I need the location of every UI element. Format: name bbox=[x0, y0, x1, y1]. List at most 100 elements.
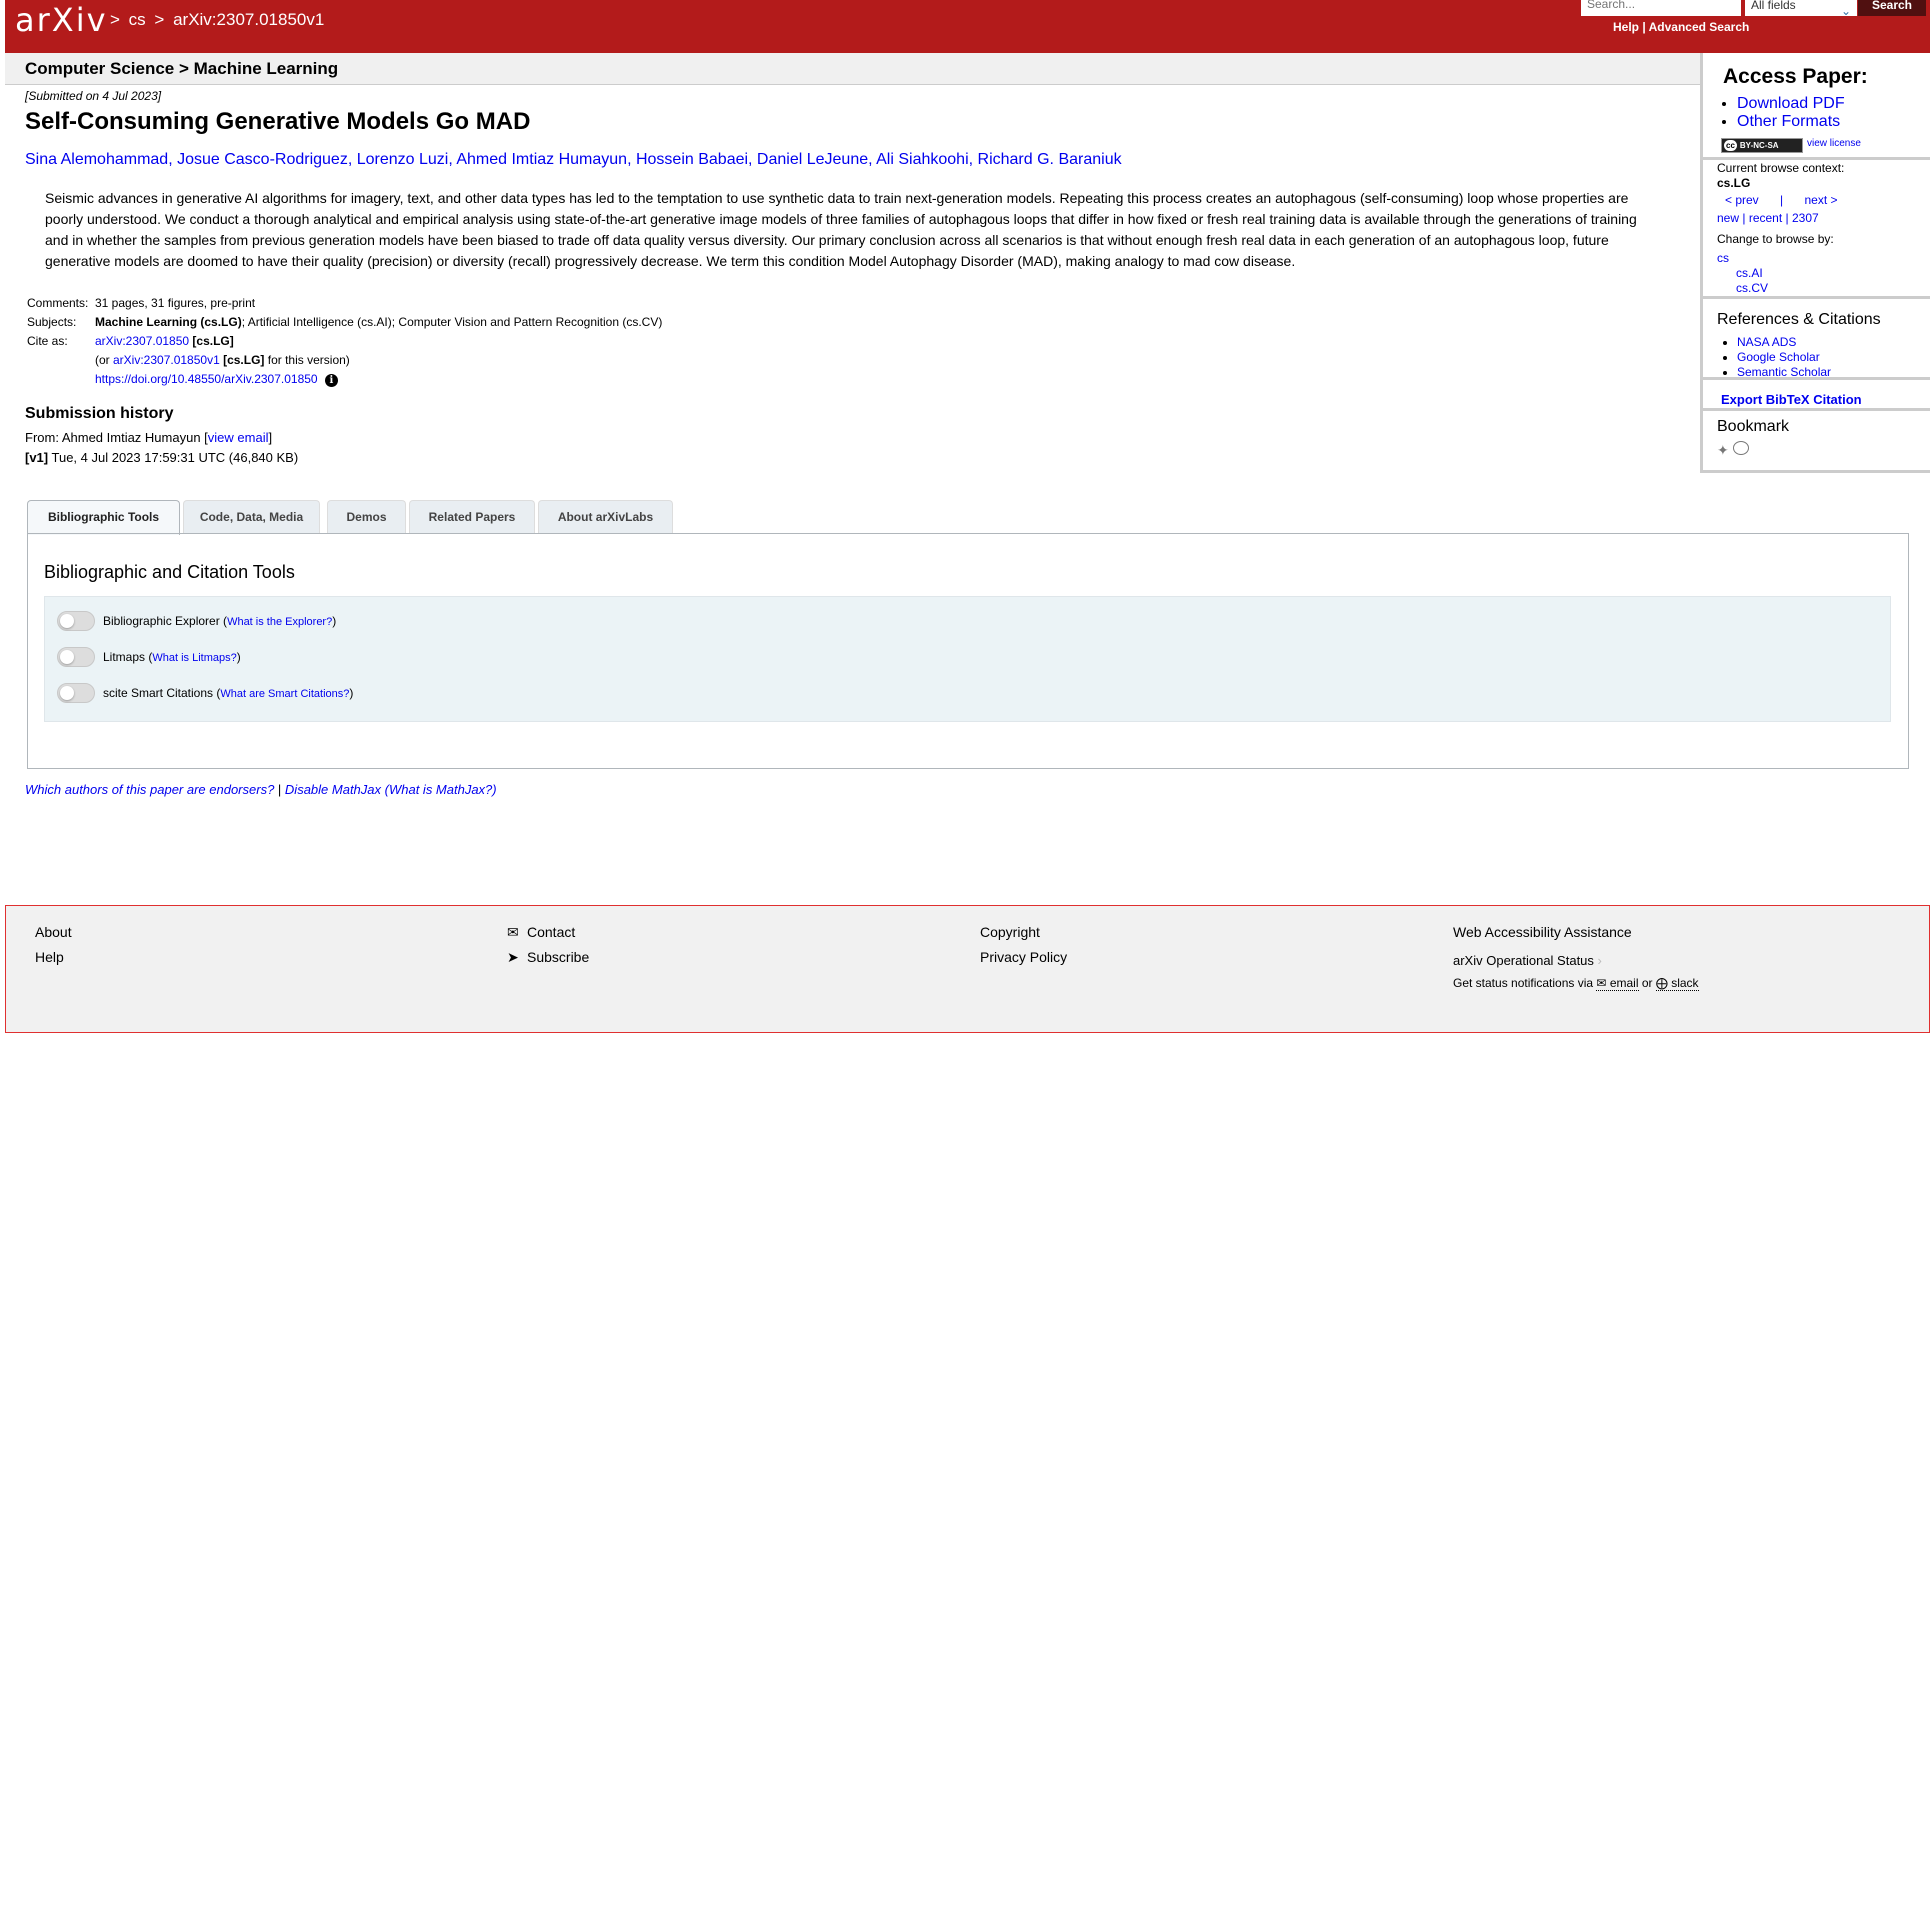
footer-copyright-link[interactable]: Copyright bbox=[980, 924, 1040, 940]
tab-related-papers[interactable]: Related Papers bbox=[409, 500, 535, 533]
tab-about-arxivlabs[interactable]: About arXivLabs bbox=[538, 500, 673, 533]
search-button[interactable]: Search bbox=[1858, 0, 1926, 16]
view-license-link[interactable]: view license bbox=[1807, 138, 1861, 149]
what-is-litmaps-link[interactable]: What is Litmaps? bbox=[152, 652, 236, 664]
author-list[interactable]: Sina Alemohammad, Josue Casco-Rodriguez,… bbox=[25, 151, 1122, 169]
nav-sep: | bbox=[1780, 193, 1784, 207]
bibliographic-explorer-toggle[interactable] bbox=[57, 611, 95, 631]
toggle-label-text: Bibliographic Explorer ( bbox=[103, 614, 228, 628]
google-scholar-link[interactable]: Google Scholar bbox=[1737, 350, 1820, 364]
help-link[interactable]: Help bbox=[1613, 20, 1639, 34]
panel-title: Bibliographic and Citation Tools bbox=[44, 562, 295, 582]
notify-email-link[interactable]: ✉ email bbox=[1596, 976, 1639, 991]
references-title: References & Citations bbox=[1717, 311, 1881, 328]
footer-help-link[interactable]: Help bbox=[35, 949, 64, 965]
tab-bibliographic-tools[interactable]: Bibliographic Tools bbox=[27, 500, 180, 535]
help-sep: | bbox=[1642, 20, 1646, 34]
semantic-scholar-link[interactable]: Semantic Scholar bbox=[1737, 365, 1831, 379]
submission-from: From: Ahmed Imtiaz Humayun [view email] bbox=[25, 430, 272, 445]
recent-link[interactable]: recent bbox=[1749, 211, 1782, 225]
search-field-select[interactable]: All fields ⌄ bbox=[1745, 0, 1857, 18]
browse-nav: < prev | next > bbox=[1725, 193, 1838, 207]
new-link[interactable]: new bbox=[1717, 211, 1739, 225]
browse-cs-ai-link[interactable]: cs.AI bbox=[1736, 266, 1763, 280]
what-is-explorer-link[interactable]: What is the Explorer? bbox=[227, 616, 332, 628]
month-link[interactable]: 2307 bbox=[1792, 211, 1819, 225]
references-links: NASA ADS Google Scholar Semantic Scholar bbox=[1721, 335, 1831, 380]
advanced-search-link[interactable]: Advanced Search bbox=[1649, 20, 1750, 34]
cite-category: [cs.LG] bbox=[189, 334, 234, 348]
footer-contact-link[interactable]: ✉ Contact bbox=[507, 924, 575, 941]
bibsonomy-icon[interactable]: ✦ bbox=[1717, 442, 1729, 458]
search-input[interactable] bbox=[1581, 0, 1741, 16]
change-browse-label: Change to browse by: bbox=[1717, 232, 1834, 246]
cc-icon: cc bbox=[1724, 140, 1737, 151]
tab-demos[interactable]: Demos bbox=[327, 500, 406, 533]
endorsers-link[interactable]: Which authors of this paper are endorser… bbox=[25, 782, 274, 797]
breadcrumb: > cs > arXiv:2307.01850v1 bbox=[110, 10, 328, 30]
toggle-label-text: Litmaps ( bbox=[103, 650, 153, 664]
tab-code-data-media[interactable]: Code, Data, Media bbox=[183, 500, 320, 533]
reddit-icon[interactable] bbox=[1732, 441, 1749, 455]
from-suffix: ] bbox=[268, 430, 273, 445]
export-bibtex-link[interactable]: Export BibTeX Citation bbox=[1721, 392, 1862, 407]
next-link[interactable]: next > bbox=[1805, 193, 1838, 207]
view-email-link[interactable]: view email bbox=[208, 430, 269, 445]
cite-version-link[interactable]: arXiv:2307.01850v1 bbox=[113, 353, 220, 367]
comments-label: Comments: bbox=[27, 296, 89, 310]
footer-about-link[interactable]: About bbox=[35, 924, 72, 940]
footer-notify: Get status notifications via ✉ email or … bbox=[1453, 976, 1699, 991]
download-pdf-link[interactable]: Download PDF bbox=[1737, 95, 1845, 112]
toggle-label: Litmaps (What is Litmaps?) bbox=[103, 650, 241, 664]
chevron-right-icon: › bbox=[1597, 953, 1602, 968]
submitted-date: [Submitted on 4 Jul 2023] bbox=[25, 89, 162, 103]
footer-status-link[interactable]: arXiv Operational Status › bbox=[1453, 953, 1602, 968]
disable-mathjax-link[interactable]: Disable MathJax bbox=[285, 782, 381, 797]
what-is-mathjax-link[interactable]: (What is MathJax?) bbox=[381, 782, 497, 797]
doi-value: https://doi.org/10.48550/arXiv.2307.0185… bbox=[95, 372, 338, 387]
license-badge-text: BY-NC-SA bbox=[1739, 141, 1779, 150]
subheader-title: Computer Science > Machine Learning bbox=[25, 59, 339, 78]
scite-toggle[interactable] bbox=[57, 683, 95, 703]
toggle-label: scite Smart Citations (What are Smart Ci… bbox=[103, 686, 353, 700]
toggle-list: Bibliographic Explorer (What is the Expl… bbox=[44, 596, 1891, 722]
browse-sep: | bbox=[1785, 211, 1789, 225]
toggle-knob bbox=[60, 650, 74, 664]
footer-subscribe-link[interactable]: ➤ Subscribe bbox=[507, 949, 589, 966]
abstract: Seismic advances in generative AI algori… bbox=[45, 190, 1637, 269]
browse-cs-link[interactable]: cs bbox=[1717, 251, 1729, 265]
contact-label: Contact bbox=[527, 924, 576, 940]
access-links: Download PDF Other Formats bbox=[1721, 95, 1845, 131]
license-badge[interactable]: cc BY-NC-SA bbox=[1721, 138, 1803, 153]
other-formats-link[interactable]: Other Formats bbox=[1737, 113, 1840, 130]
from-prefix: From: Ahmed Imtiaz Humayun [ bbox=[25, 430, 208, 445]
cite-id-link[interactable]: arXiv:2307.01850 bbox=[95, 334, 189, 348]
toggle-label-text: scite Smart Citations ( bbox=[103, 686, 221, 700]
footer-accessibility-link[interactable]: Web Accessibility Assistance bbox=[1453, 924, 1632, 940]
cite-or: (or bbox=[95, 353, 113, 367]
arxiv-logo[interactable]: arXiv bbox=[15, 0, 108, 44]
prev-link[interactable]: < prev bbox=[1725, 193, 1759, 207]
toggle-knob bbox=[60, 614, 74, 628]
access-paper-block: Access Paper: Download PDF Other Formats… bbox=[1703, 53, 1930, 160]
litmaps-toggle[interactable] bbox=[57, 647, 95, 667]
info-icon[interactable]: i bbox=[324, 374, 338, 387]
paper-plane-icon: ➤ bbox=[507, 949, 519, 965]
what-are-smart-citations-link[interactable]: What are Smart Citations? bbox=[220, 688, 349, 700]
breadcrumb-cs[interactable]: cs bbox=[129, 10, 146, 29]
search-field-value: All fields bbox=[1751, 0, 1796, 12]
notify-slack-label: slack bbox=[1671, 976, 1699, 990]
browse-context-value: cs.LG bbox=[1717, 176, 1751, 190]
envelope-icon: ✉ bbox=[1596, 976, 1607, 990]
footer-privacy-link[interactable]: Privacy Policy bbox=[980, 949, 1067, 965]
endorsers-line: Which authors of this paper are endorser… bbox=[25, 782, 497, 797]
site-header: arXiv > cs > arXiv:2307.01850v1 All fiel… bbox=[5, 0, 1930, 53]
doi-link[interactable]: https://doi.org/10.48550/arXiv.2307.0185… bbox=[95, 372, 318, 386]
browse-cs-cv-link[interactable]: cs.CV bbox=[1736, 281, 1768, 295]
breadcrumb-sep: > bbox=[110, 10, 120, 29]
notify-or: or bbox=[1641, 976, 1653, 990]
notify-slack-link[interactable]: ⨁ slack bbox=[1655, 976, 1699, 991]
nasa-ads-link[interactable]: NASA ADS bbox=[1737, 335, 1796, 349]
subscribe-label: Subscribe bbox=[527, 949, 590, 965]
breadcrumb-sep: > bbox=[154, 10, 165, 29]
